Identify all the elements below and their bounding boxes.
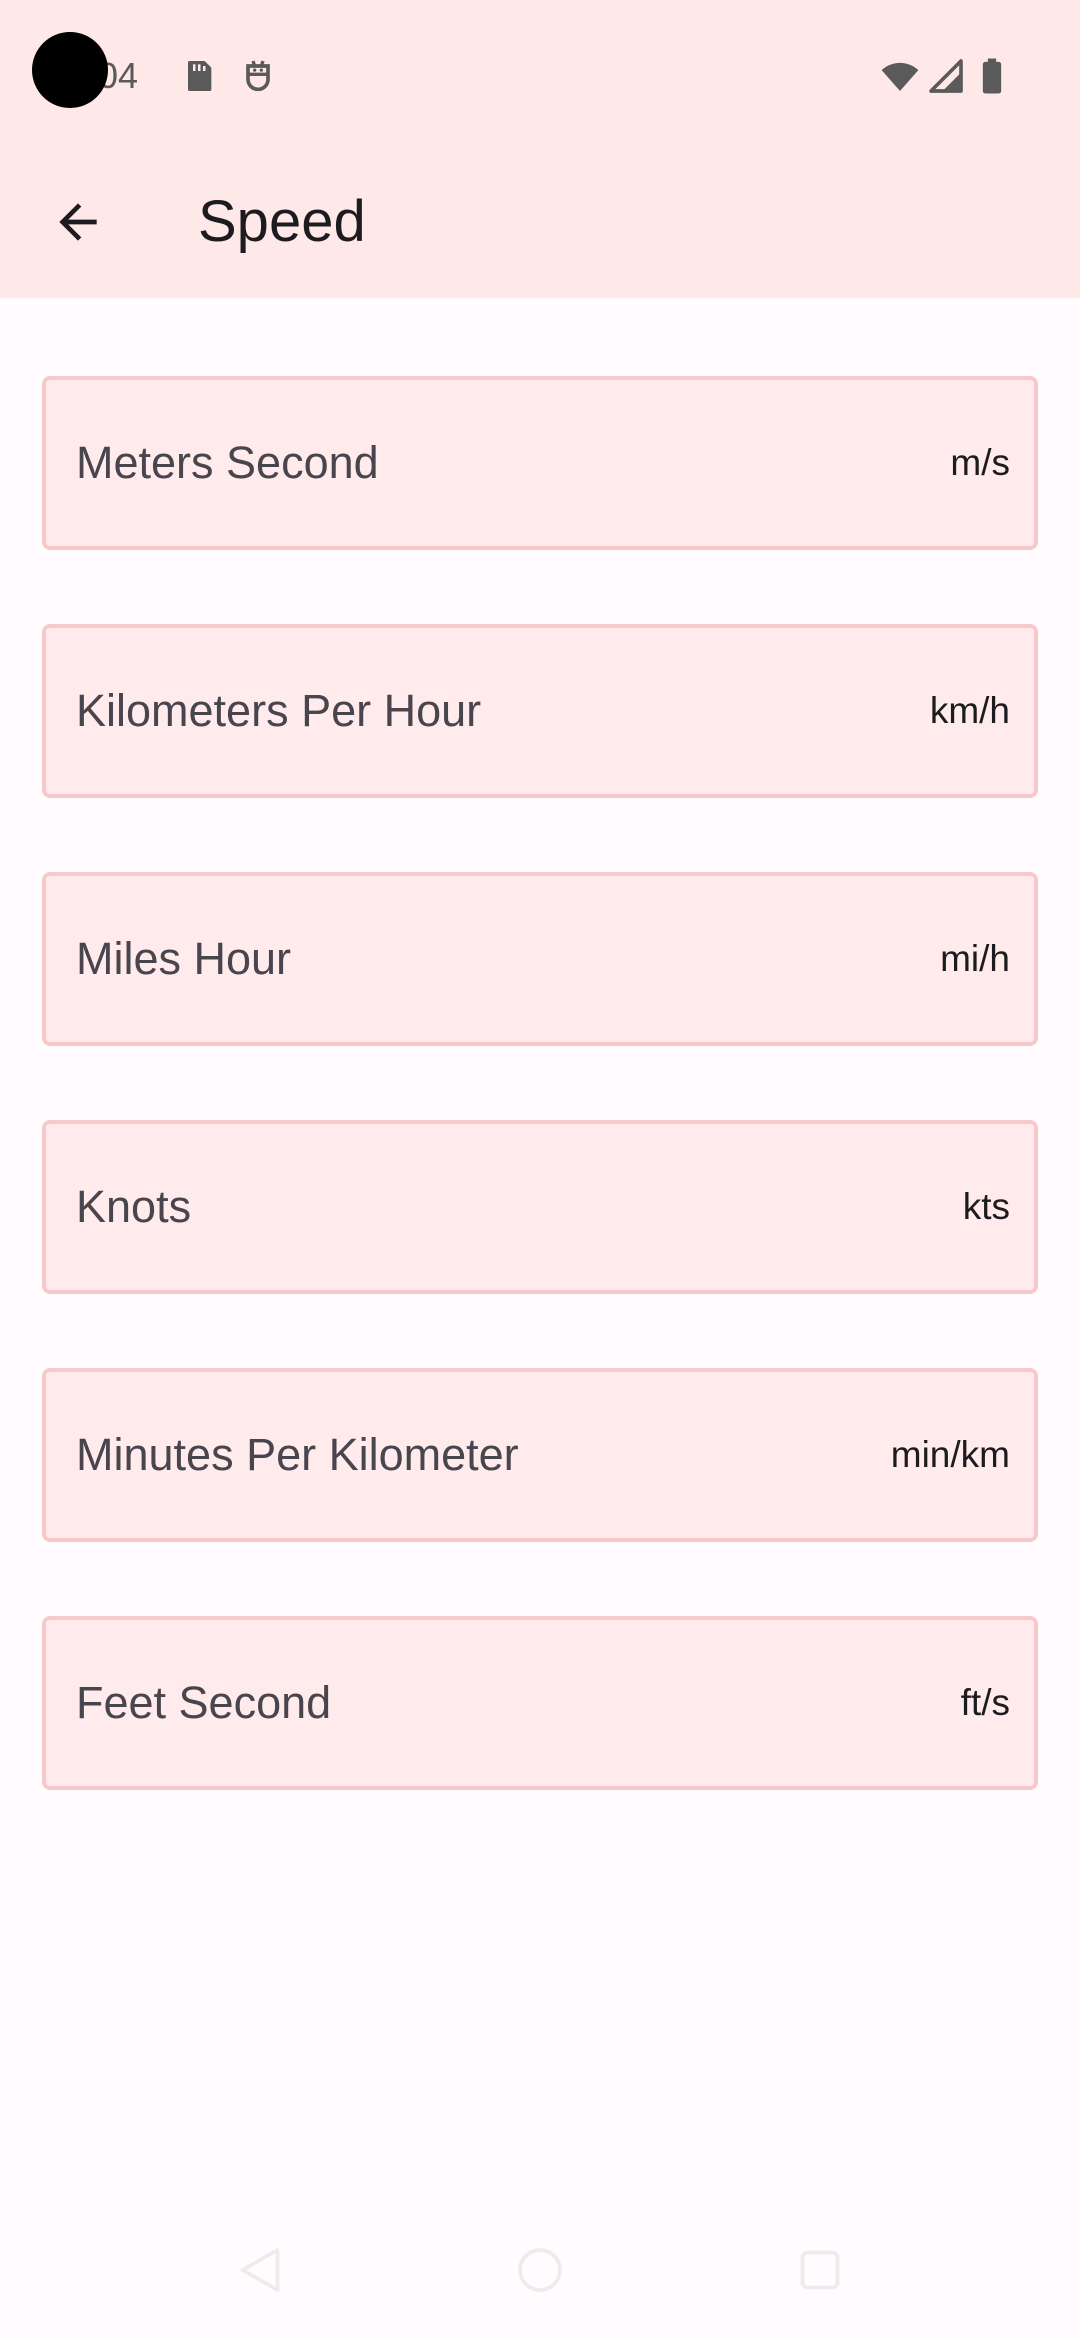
unit-abbreviation: km/h xyxy=(929,690,1010,731)
nav-home-icon[interactable] xyxy=(510,2240,570,2300)
back-button[interactable] xyxy=(36,180,120,264)
unit-name: Meters Second xyxy=(76,437,379,488)
app-bar: Speed xyxy=(0,150,1080,298)
status-bar: 04 xyxy=(0,0,1080,150)
nav-back-icon[interactable] xyxy=(230,2240,290,2300)
android-debug-icon xyxy=(246,60,270,92)
unit-abbreviation: m/s xyxy=(950,442,1010,483)
unit-card-miles-hour[interactable]: Miles Hour mi/h xyxy=(42,872,1038,1046)
unit-name: Kilometers Per Hour xyxy=(76,685,482,736)
unit-card-feet-second[interactable]: Feet Second ft/s xyxy=(42,1616,1038,1790)
wifi-icon xyxy=(881,62,919,91)
unit-name: Minutes Per Kilometer xyxy=(76,1429,519,1480)
unit-name: Feet Second xyxy=(76,1677,332,1728)
unit-list: Meters Second m/s Kilometers Per Hour km… xyxy=(42,376,1038,1864)
unit-abbreviation: ft/s xyxy=(960,1682,1010,1723)
unit-card-meters-second[interactable]: Meters Second m/s xyxy=(42,376,1038,550)
unit-abbreviation: min/km xyxy=(890,1434,1010,1475)
camera-cutout xyxy=(32,32,108,108)
nav-recents-icon[interactable] xyxy=(790,2240,850,2300)
arrow-left-icon xyxy=(59,203,97,241)
unit-card-kilometers-per-hour[interactable]: Kilometers Per Hour km/h xyxy=(42,624,1038,798)
battery-icon xyxy=(982,58,1002,94)
unit-name: Knots xyxy=(76,1181,192,1232)
system-nav-bar xyxy=(0,2220,1080,2340)
unit-abbreviation: kts xyxy=(962,1186,1010,1227)
unit-card-knots[interactable]: Knots kts xyxy=(42,1120,1038,1294)
sd-card-icon xyxy=(188,61,212,91)
cell-signal-icon xyxy=(929,59,963,93)
screen: 04 Speed Meters Second m/s Kilometers Pe… xyxy=(0,0,1080,2340)
unit-card-minutes-per-kilometer[interactable]: Minutes Per Kilometer min/km xyxy=(42,1368,1038,1542)
page-title: Speed xyxy=(198,189,366,254)
unit-abbreviation: mi/h xyxy=(940,938,1010,979)
unit-name: Miles Hour xyxy=(76,933,292,984)
